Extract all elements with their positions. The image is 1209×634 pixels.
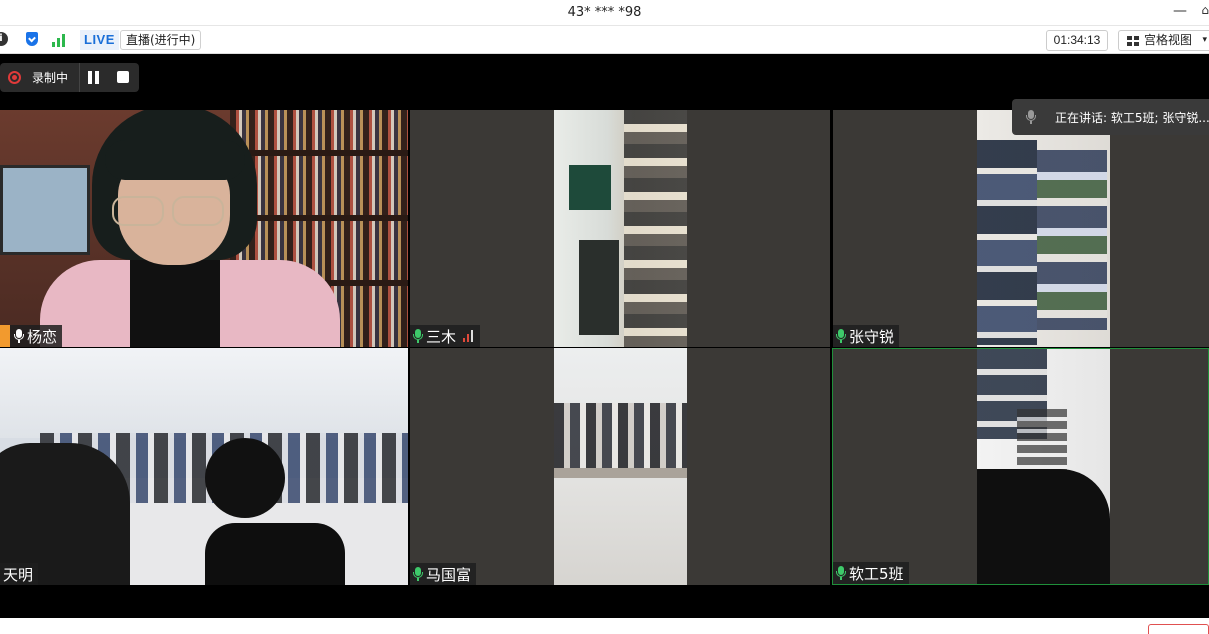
- speaking-indicator: 正在讲话: 软工5班; 张守锐...: [1012, 99, 1209, 135]
- bottom-toolbar: [0, 618, 1209, 634]
- video-tile-active-speaker[interactable]: 软工5班: [832, 348, 1209, 585]
- network-signal-icon[interactable]: [52, 33, 68, 47]
- participant-name-tag: 张守锐: [833, 325, 900, 347]
- participant-name-tag: 杨恋: [0, 325, 63, 347]
- participant-name: 张守锐: [849, 327, 895, 346]
- microphone-icon: [14, 329, 24, 343]
- participant-name-tag: 三木: [410, 325, 481, 347]
- info-icon[interactable]: i: [0, 32, 8, 46]
- microphone-icon: [1026, 110, 1036, 124]
- network-signal-icon: [463, 330, 475, 342]
- participant-name-tag: 马国富: [410, 563, 477, 585]
- participant-name-tag: 软工5班: [833, 562, 909, 584]
- divider: [79, 63, 80, 92]
- participant-name: 天明: [3, 565, 34, 584]
- meeting-timer: 01:34:13: [1046, 30, 1108, 51]
- participant-name: 三木: [426, 327, 457, 346]
- microphone-icon: [413, 329, 423, 343]
- grid-view-icon: [1127, 36, 1139, 47]
- pin-icon[interactable]: ⌂: [1201, 3, 1209, 17]
- recording-label: 录制中: [32, 71, 69, 85]
- stop-icon[interactable]: [117, 71, 129, 83]
- microphone-icon: [836, 329, 846, 343]
- chevron-down-icon: ▾: [1202, 35, 1207, 45]
- live-status[interactable]: 直播(进行中): [120, 30, 202, 50]
- leave-button[interactable]: [1148, 624, 1209, 634]
- speaking-text: 正在讲话: 软工5班; 张守锐...: [1055, 111, 1209, 125]
- window-title: 43* *** *98: [567, 5, 642, 20]
- participant-name: 马国富: [426, 565, 472, 584]
- title-bar: 43* *** *98 — ⌂: [0, 0, 1209, 26]
- participant-name: 软工5班: [849, 564, 904, 583]
- view-mode-label: 宫格视图: [1144, 33, 1193, 47]
- recording-icon: [8, 71, 21, 84]
- participant-name-tag: 天明: [0, 563, 39, 585]
- video-tile[interactable]: 张守锐: [833, 110, 1209, 347]
- video-tile[interactable]: 三木: [410, 110, 830, 347]
- microphone-icon: [836, 566, 846, 580]
- meeting-info-bar: i LIVE 直播(进行中) 01:34:13 宫格视图 ▾: [0, 26, 1209, 54]
- video-tile[interactable]: 杨恋: [0, 110, 408, 347]
- recording-control: 录制中: [0, 63, 139, 92]
- shield-icon[interactable]: [26, 32, 38, 46]
- video-tile[interactable]: 马国富: [410, 348, 830, 585]
- view-mode-button[interactable]: 宫格视图 ▾: [1118, 30, 1209, 51]
- participant-name: 杨恋: [27, 327, 58, 346]
- video-tile[interactable]: 天明: [0, 348, 408, 585]
- host-icon: [0, 325, 10, 347]
- minimize-icon[interactable]: —: [1173, 3, 1187, 19]
- pause-icon[interactable]: [88, 71, 100, 84]
- microphone-icon: [413, 567, 423, 581]
- live-badge[interactable]: LIVE: [80, 30, 119, 50]
